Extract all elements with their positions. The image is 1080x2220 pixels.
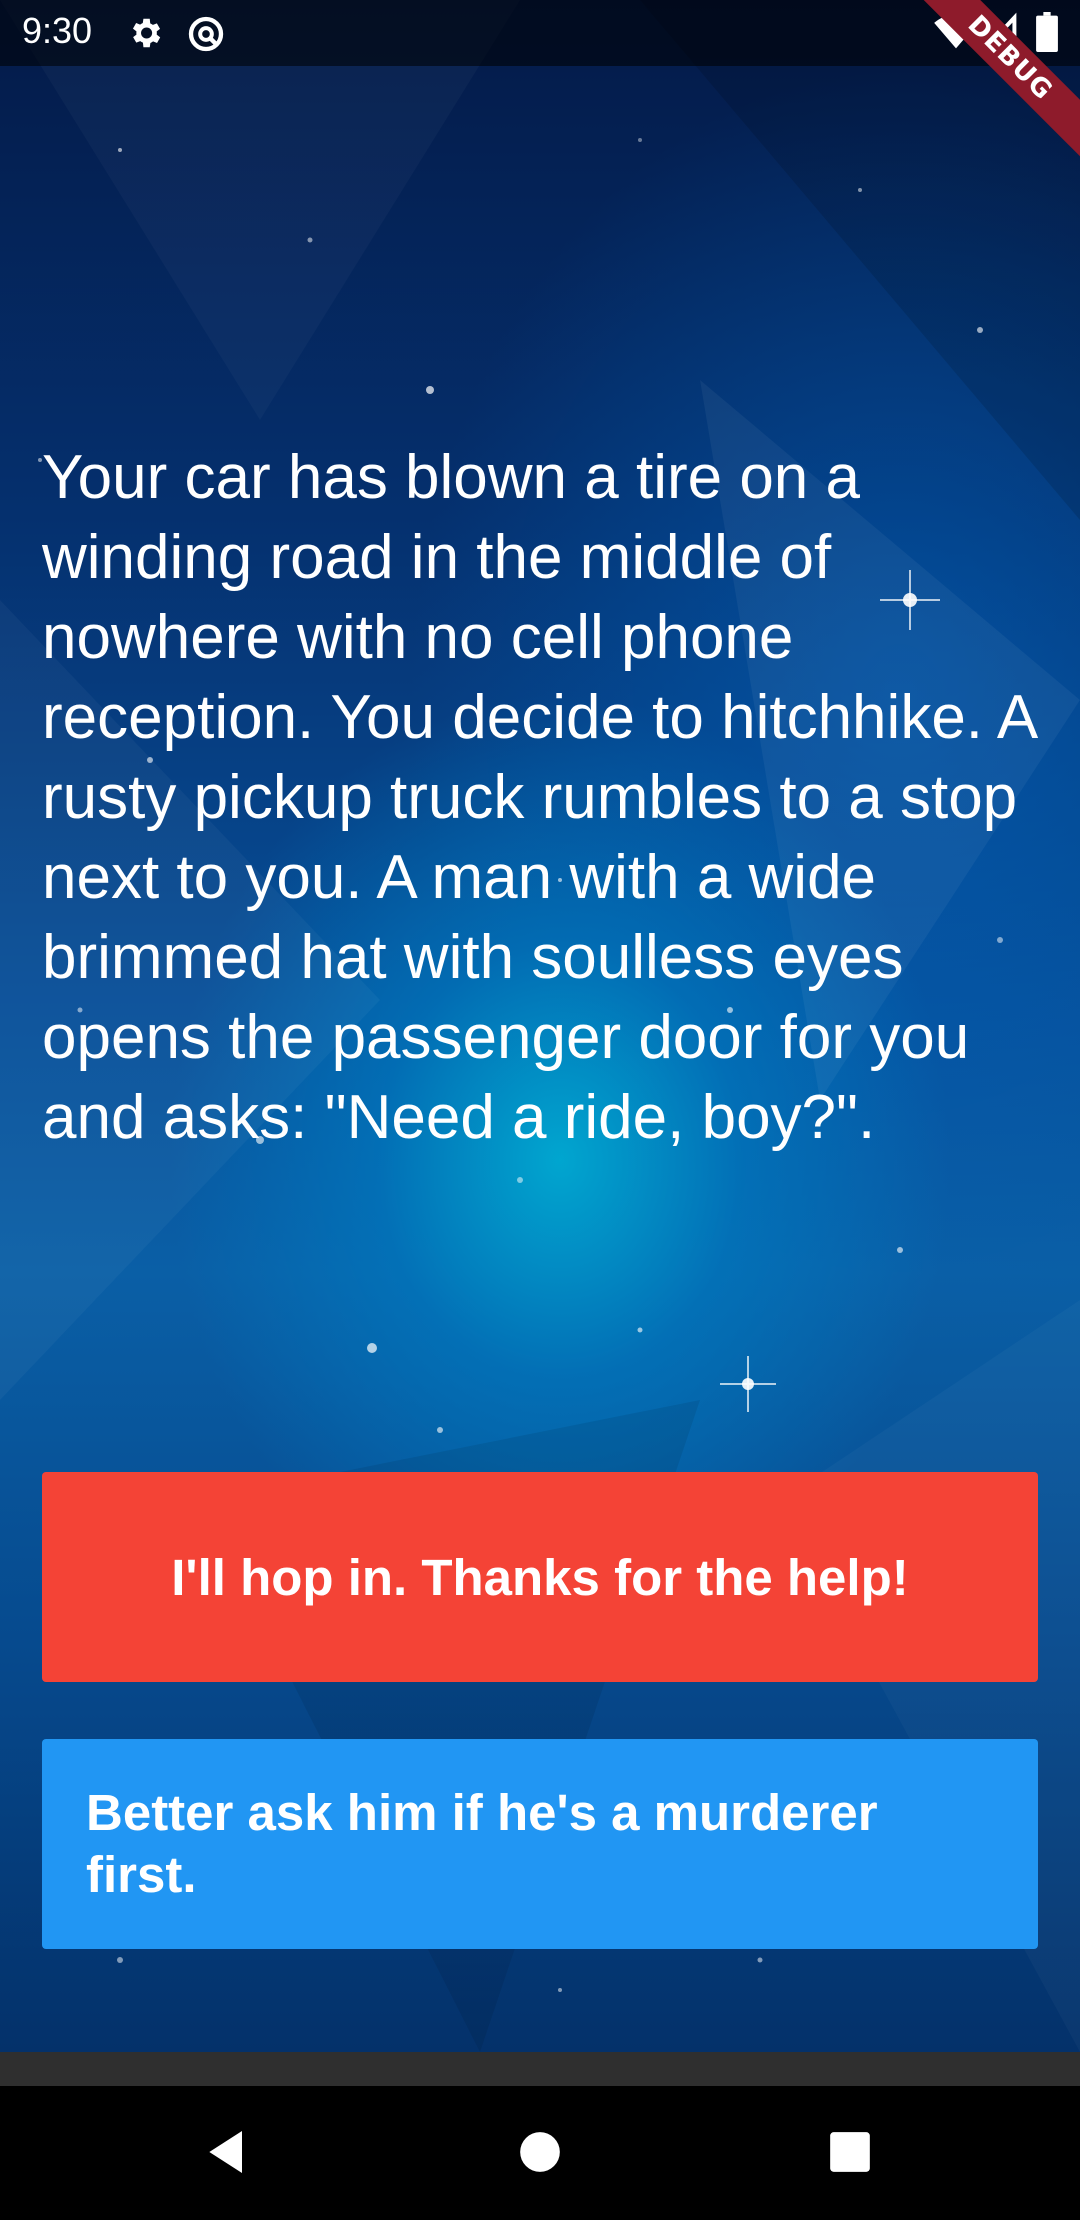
choice-1-label: I'll hop in. Thanks for the help! <box>171 1548 909 1606</box>
story-text: Your car has blown a tire on a winding r… <box>42 443 1035 1152</box>
status-time: 9:30 <box>22 10 93 51</box>
status-bar: 9:30 <box>0 0 1080 66</box>
navigation-bar <box>0 2086 1080 2220</box>
back-icon[interactable] <box>200 2124 256 2185</box>
choice-2-button[interactable]: Better ask him if he's a murderer first. <box>42 1739 1038 1949</box>
bottom-band <box>0 2052 1080 2086</box>
sync-icon <box>186 14 226 59</box>
recents-icon[interactable] <box>822 2124 878 2185</box>
choice-1-button[interactable]: I'll hop in. Thanks for the help! <box>42 1472 1038 1682</box>
home-icon[interactable] <box>512 2124 568 2185</box>
gear-icon <box>126 14 164 57</box>
choice-2-label: Better ask him if he's a murderer first. <box>86 1784 878 1903</box>
app-screen: 9:30 DEBUG Your car has blown a tire on … <box>0 0 1080 2220</box>
battery-icon <box>1036 12 1058 57</box>
